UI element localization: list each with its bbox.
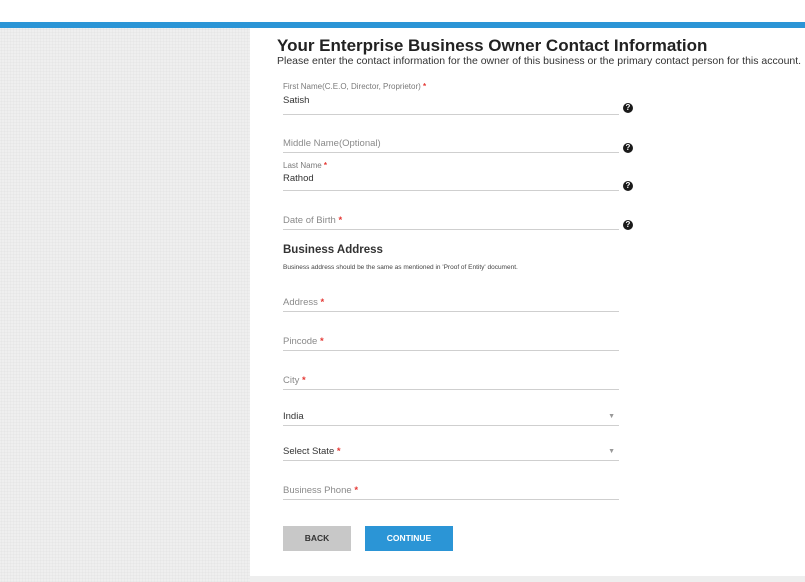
top-strip	[0, 0, 805, 22]
first-name-field[interactable]: First Name(C.E.O, Director, Proprietor) …	[283, 80, 619, 115]
required-mark: *	[354, 485, 359, 496]
page-title: Your Enterprise Business Owner Contact I…	[277, 36, 708, 55]
first-name-help-icon[interactable]: ?	[623, 103, 633, 113]
business-phone-field[interactable]: Business Phone *	[283, 482, 619, 500]
last-name-help-icon[interactable]: ?	[623, 181, 633, 191]
bottom-strip	[250, 576, 805, 582]
business-phone-placeholder: Business Phone	[283, 485, 352, 496]
required-mark: *	[338, 215, 343, 226]
last-name-field[interactable]: Last Name * Rathod	[283, 159, 619, 191]
last-name-label: Last Name	[283, 161, 322, 170]
chevron-down-icon: ▼	[608, 413, 615, 420]
back-button[interactable]: BACK	[283, 526, 351, 551]
date-of-birth-help-icon[interactable]: ?	[623, 220, 633, 230]
required-mark: *	[323, 161, 328, 170]
first-name-value: Satish	[283, 95, 310, 106]
required-mark: *	[302, 375, 306, 386]
pincode-placeholder: Pincode	[283, 336, 318, 347]
business-address-note: Business address should be the same as m…	[283, 264, 518, 271]
middle-name-placeholder: Middle Name(Optional)	[283, 138, 381, 149]
country-value: India	[283, 411, 304, 422]
first-name-label: First Name(C.E.O, Director, Proprietor)	[283, 82, 421, 91]
middle-name-help-icon[interactable]: ?	[623, 143, 633, 153]
address-placeholder: Address	[283, 297, 318, 308]
pincode-field[interactable]: Pincode *	[283, 333, 619, 351]
last-name-value: Rathod	[283, 173, 314, 184]
required-mark: *	[320, 297, 325, 308]
date-of-birth-placeholder: Date of Birth	[283, 215, 336, 226]
date-of-birth-field[interactable]: Date of Birth *	[283, 213, 619, 230]
contact-form-card: Your Enterprise Business Owner Contact I…	[250, 28, 805, 576]
state-placeholder: Select State	[283, 446, 335, 457]
chevron-down-icon: ▼	[608, 448, 615, 455]
state-select[interactable]: Select State * ▼	[283, 443, 619, 461]
page-subtitle: Please enter the contact information for…	[277, 55, 802, 67]
required-mark: *	[423, 82, 427, 91]
continue-button[interactable]: CONTINUE	[365, 526, 453, 551]
required-mark: *	[319, 336, 324, 347]
city-field[interactable]: City *	[283, 372, 619, 390]
required-mark: *	[336, 446, 341, 457]
middle-name-field[interactable]: Middle Name(Optional)	[283, 136, 619, 153]
country-select[interactable]: India ▼	[283, 408, 619, 426]
business-address-heading: Business Address	[283, 244, 383, 256]
address-field[interactable]: Address *	[283, 294, 619, 312]
city-placeholder: City	[283, 375, 300, 386]
left-pane	[0, 28, 250, 582]
